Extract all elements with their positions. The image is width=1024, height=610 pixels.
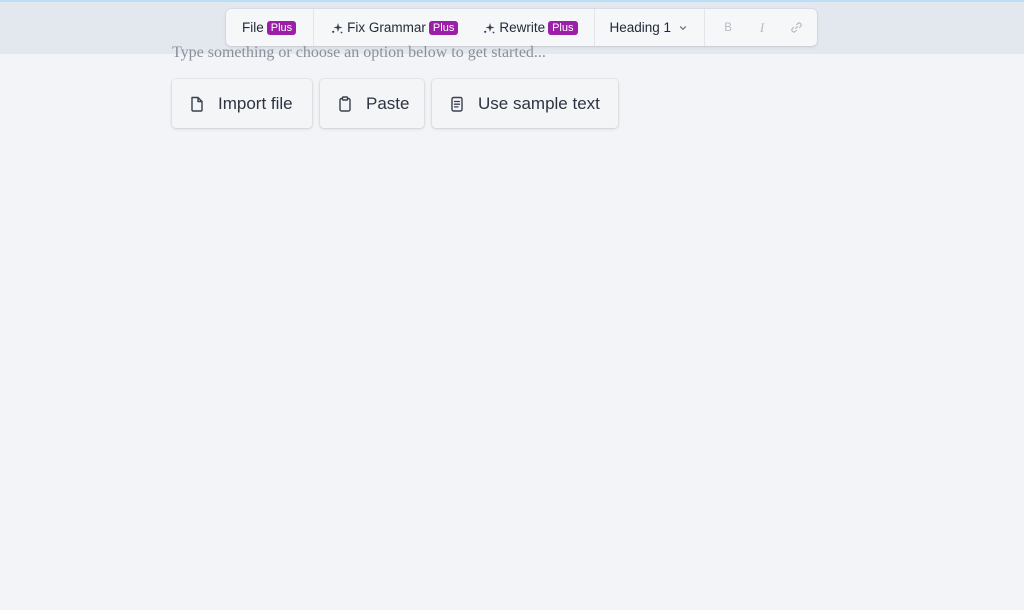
import-file-label: Import file bbox=[218, 93, 293, 113]
bold-button[interactable]: B bbox=[711, 9, 745, 46]
document-text-icon bbox=[451, 96, 463, 112]
heading-select-label: Heading 1 bbox=[609, 20, 672, 35]
file-menu-label: File bbox=[242, 20, 264, 35]
rewrite-label: Rewrite bbox=[499, 20, 546, 35]
editor-placeholder[interactable]: Type something or choose an option below… bbox=[172, 44, 546, 62]
bold-label: B bbox=[724, 21, 732, 34]
rewrite-plus-badge: Plus bbox=[548, 20, 578, 35]
use-sample-text-button[interactable]: Use sample text bbox=[432, 79, 618, 128]
fix-grammar-plus-badge: Plus bbox=[428, 20, 459, 35]
rewrite-button[interactable]: Rewrite Plus bbox=[474, 9, 593, 46]
fix-grammar-button[interactable]: Fix Grammar Plus bbox=[314, 9, 474, 46]
chevron-down-icon bbox=[679, 25, 687, 30]
sparkle-icon bbox=[332, 22, 343, 33]
heading-select[interactable]: Heading 1 bbox=[595, 9, 705, 46]
toolbar-divider bbox=[704, 9, 706, 46]
italic-label: I bbox=[759, 19, 765, 35]
paste-label: Paste bbox=[366, 93, 410, 113]
italic-button[interactable]: I bbox=[745, 9, 779, 46]
fix-grammar-label: Fix Grammar bbox=[347, 20, 426, 35]
file-plus-badge: Plus bbox=[266, 20, 297, 35]
import-file-button[interactable]: Import file bbox=[172, 79, 312, 128]
sparkle-icon bbox=[484, 22, 495, 33]
file-icon bbox=[191, 96, 203, 112]
link-icon bbox=[790, 22, 802, 33]
use-sample-text-label: Use sample text bbox=[478, 93, 600, 113]
editor-toolbar: File Plus Fix Grammar Plus Rewrite Plus … bbox=[226, 9, 817, 46]
paste-button[interactable]: Paste bbox=[320, 79, 424, 128]
clipboard-icon bbox=[339, 95, 351, 112]
file-menu-button[interactable]: File Plus bbox=[226, 9, 313, 46]
link-button[interactable] bbox=[779, 9, 813, 46]
